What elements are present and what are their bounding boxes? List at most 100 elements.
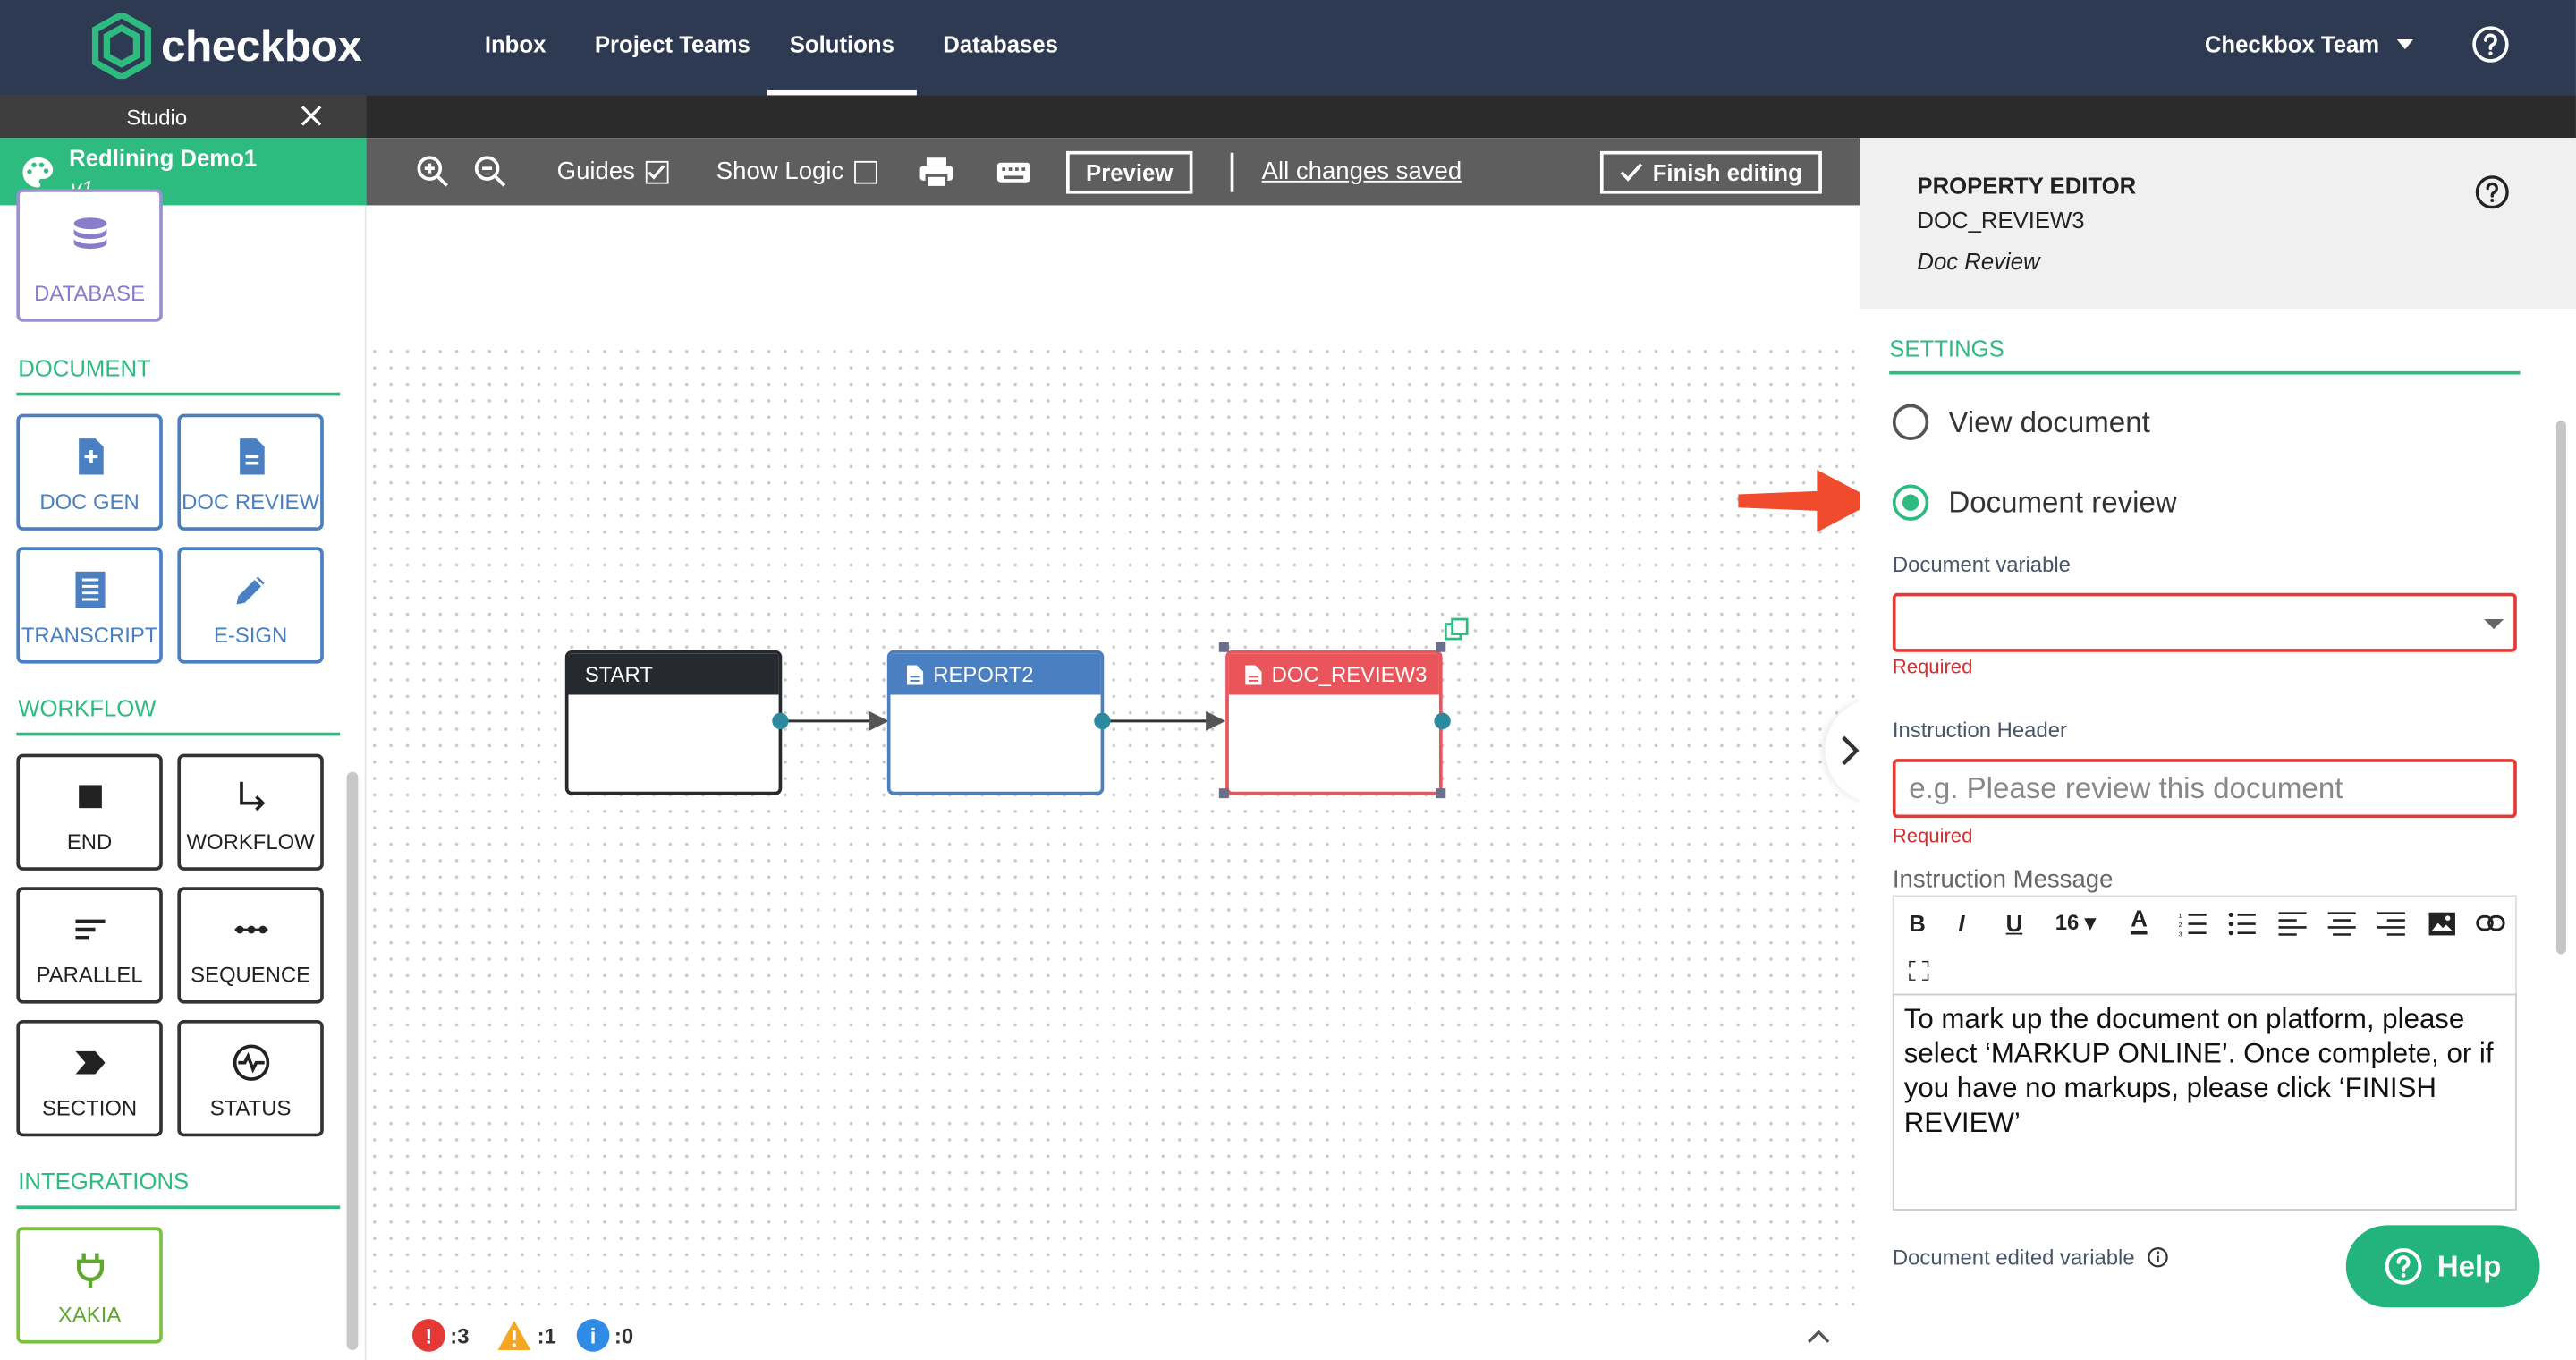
zoom-in-button[interactable] [416,138,451,205]
finish-editing-button[interactable]: Finish editing [1599,149,1822,193]
resize-handle[interactable] [1218,642,1229,652]
option-view-document[interactable]: View document [1892,404,2150,440]
nav-solutions[interactable]: Solutions [767,0,917,96]
keyboard-shortcuts-button[interactable] [996,138,1031,205]
required-message: Required [1892,824,1973,848]
bold-icon[interactable]: B [1909,910,1926,936]
resize-handle[interactable] [1436,788,1446,799]
show-logic-toggle[interactable]: Show Logic [716,138,877,205]
option-document-review-label: Document review [1948,485,2177,519]
section-divider [16,1205,341,1210]
option-document-review[interactable]: Document review [1892,484,2177,521]
tab-strip [0,95,2576,139]
tile-doc-review-label: DOC REVIEW [182,489,320,514]
fullscreen-icon[interactable] [1909,960,1929,981]
tile-database-label: DATABASE [34,280,146,306]
image-icon[interactable] [2428,912,2456,937]
node-report2-header: REPORT2 [890,653,1101,695]
node-output-port[interactable] [1094,712,1111,730]
toolbar-divider [1230,152,1234,192]
instruction-message-editor[interactable]: To mark up the document on platform, ple… [1892,993,2517,1211]
tile-status[interactable]: STATUS [177,1019,324,1137]
radio-document-review[interactable] [1892,484,1929,521]
team-menu[interactable]: Checkbox Team [2205,0,2416,89]
ordered-list-icon[interactable]: 123 [2178,912,2207,937]
align-center-icon[interactable] [2327,912,2356,937]
checkbox-logo[interactable]: checkbox [91,13,362,80]
node-start[interactable]: START [564,650,783,795]
checkbox-logo-icon [91,13,151,80]
chevron-down-icon [2397,39,2414,50]
option-view-document-label: View document [1948,404,2150,438]
info-count-value: :0 [614,1322,634,1348]
show-logic-checkbox[interactable] [853,159,877,183]
node-id: DOC_REVIEW3 [1917,207,2085,234]
document-edited-variable-label: Document edited variable [1892,1245,2135,1270]
nav-inbox[interactable]: Inbox [485,0,547,95]
settings-heading: SETTINGS [1889,335,2004,361]
print-button[interactable] [919,138,954,205]
chevron-up-icon[interactable] [1807,1329,1830,1344]
align-right-icon[interactable] [2377,912,2405,937]
instruction-header-input[interactable]: e.g. Please review this document [1892,759,2517,819]
validation-bar: ! :3 :1 i :0 [366,1309,1860,1360]
tile-workflow[interactable]: WORKFLOW [177,753,324,871]
tile-xakia[interactable]: XAKIA [16,1227,163,1344]
tile-section[interactable]: SECTION [16,1019,163,1137]
help-icon[interactable] [2474,174,2510,210]
document-icon [1245,664,1262,684]
workflow-canvas[interactable]: START REPORT2 DOC_REVIEW3 !:3:1 i:0 [366,205,1860,1360]
error-count[interactable]: ! :3 [412,1319,469,1352]
warning-count[interactable]: :1 [496,1319,556,1352]
parallel-lines-icon [74,919,105,940]
help-button[interactable]: Help [2345,1225,2540,1308]
tile-doc-gen[interactable]: DOC GEN [16,413,163,531]
printer-icon [919,157,953,188]
resize-handle[interactable] [1218,788,1229,799]
property-editor-scrollbar[interactable] [2555,420,2566,955]
guides-checkbox[interactable] [644,159,668,183]
close-icon[interactable] [301,105,322,126]
font-size-value: 16 [2055,909,2080,935]
text-color-icon[interactable]: A [2131,905,2148,935]
info-count[interactable]: i :0 [576,1319,634,1352]
tile-transcript[interactable]: TRANSCRIPT [16,547,163,664]
document-icon [239,438,264,475]
bullet-list-icon[interactable] [2228,912,2258,937]
warning-count-value: :1 [537,1322,556,1348]
tile-end[interactable]: END [16,753,163,871]
zoom-out-button[interactable] [473,138,508,205]
font-size-select[interactable]: 16 ▾ [2055,910,2096,936]
tile-sequence[interactable]: SEQUENCE [177,887,324,1004]
node-report2[interactable]: REPORT2 [886,650,1105,795]
team-name: Checkbox Team [2204,30,2380,58]
resize-handle[interactable] [1436,642,1446,652]
node-output-port[interactable] [772,712,789,730]
duplicate-icon[interactable] [1444,617,1469,642]
radio-view-document[interactable] [1892,404,1929,440]
tile-doc-review[interactable]: DOC REVIEW [177,413,324,531]
document-variable-select[interactable] [1892,592,2517,652]
nav-project-teams[interactable]: Project Teams [595,0,750,95]
tile-e-sign[interactable]: E-SIGN [177,547,324,664]
instruction-header-label: Instruction Header [1892,718,2067,743]
align-left-icon[interactable] [2278,912,2307,937]
help-icon[interactable] [2470,25,2510,64]
tile-parallel[interactable]: PARALLEL [16,887,163,1004]
node-doc-review3[interactable]: DOC_REVIEW3 [1225,650,1443,795]
italic-icon[interactable]: I [1958,910,1964,936]
component-sidebar: DATABASE DOCUMENT DOC GEN DOC REVIEW TRA… [0,189,367,1360]
link-icon[interactable] [2476,914,2505,933]
error-icon: ! [412,1319,445,1352]
preview-button[interactable]: Preview [1066,149,1193,193]
plug-icon [76,1253,104,1288]
underline-icon[interactable]: U [2006,910,2023,936]
guides-toggle[interactable]: Guides [557,138,668,205]
node-output-port[interactable] [1434,712,1451,730]
tile-database[interactable]: DATABASE [16,189,163,322]
sidebar-scrollbar[interactable] [346,771,359,1350]
sequence-dots-icon [233,925,267,934]
info-icon[interactable] [2148,1246,2169,1268]
nav-databases[interactable]: Databases [943,0,1058,95]
studio-tab[interactable]: Studio [0,95,367,139]
